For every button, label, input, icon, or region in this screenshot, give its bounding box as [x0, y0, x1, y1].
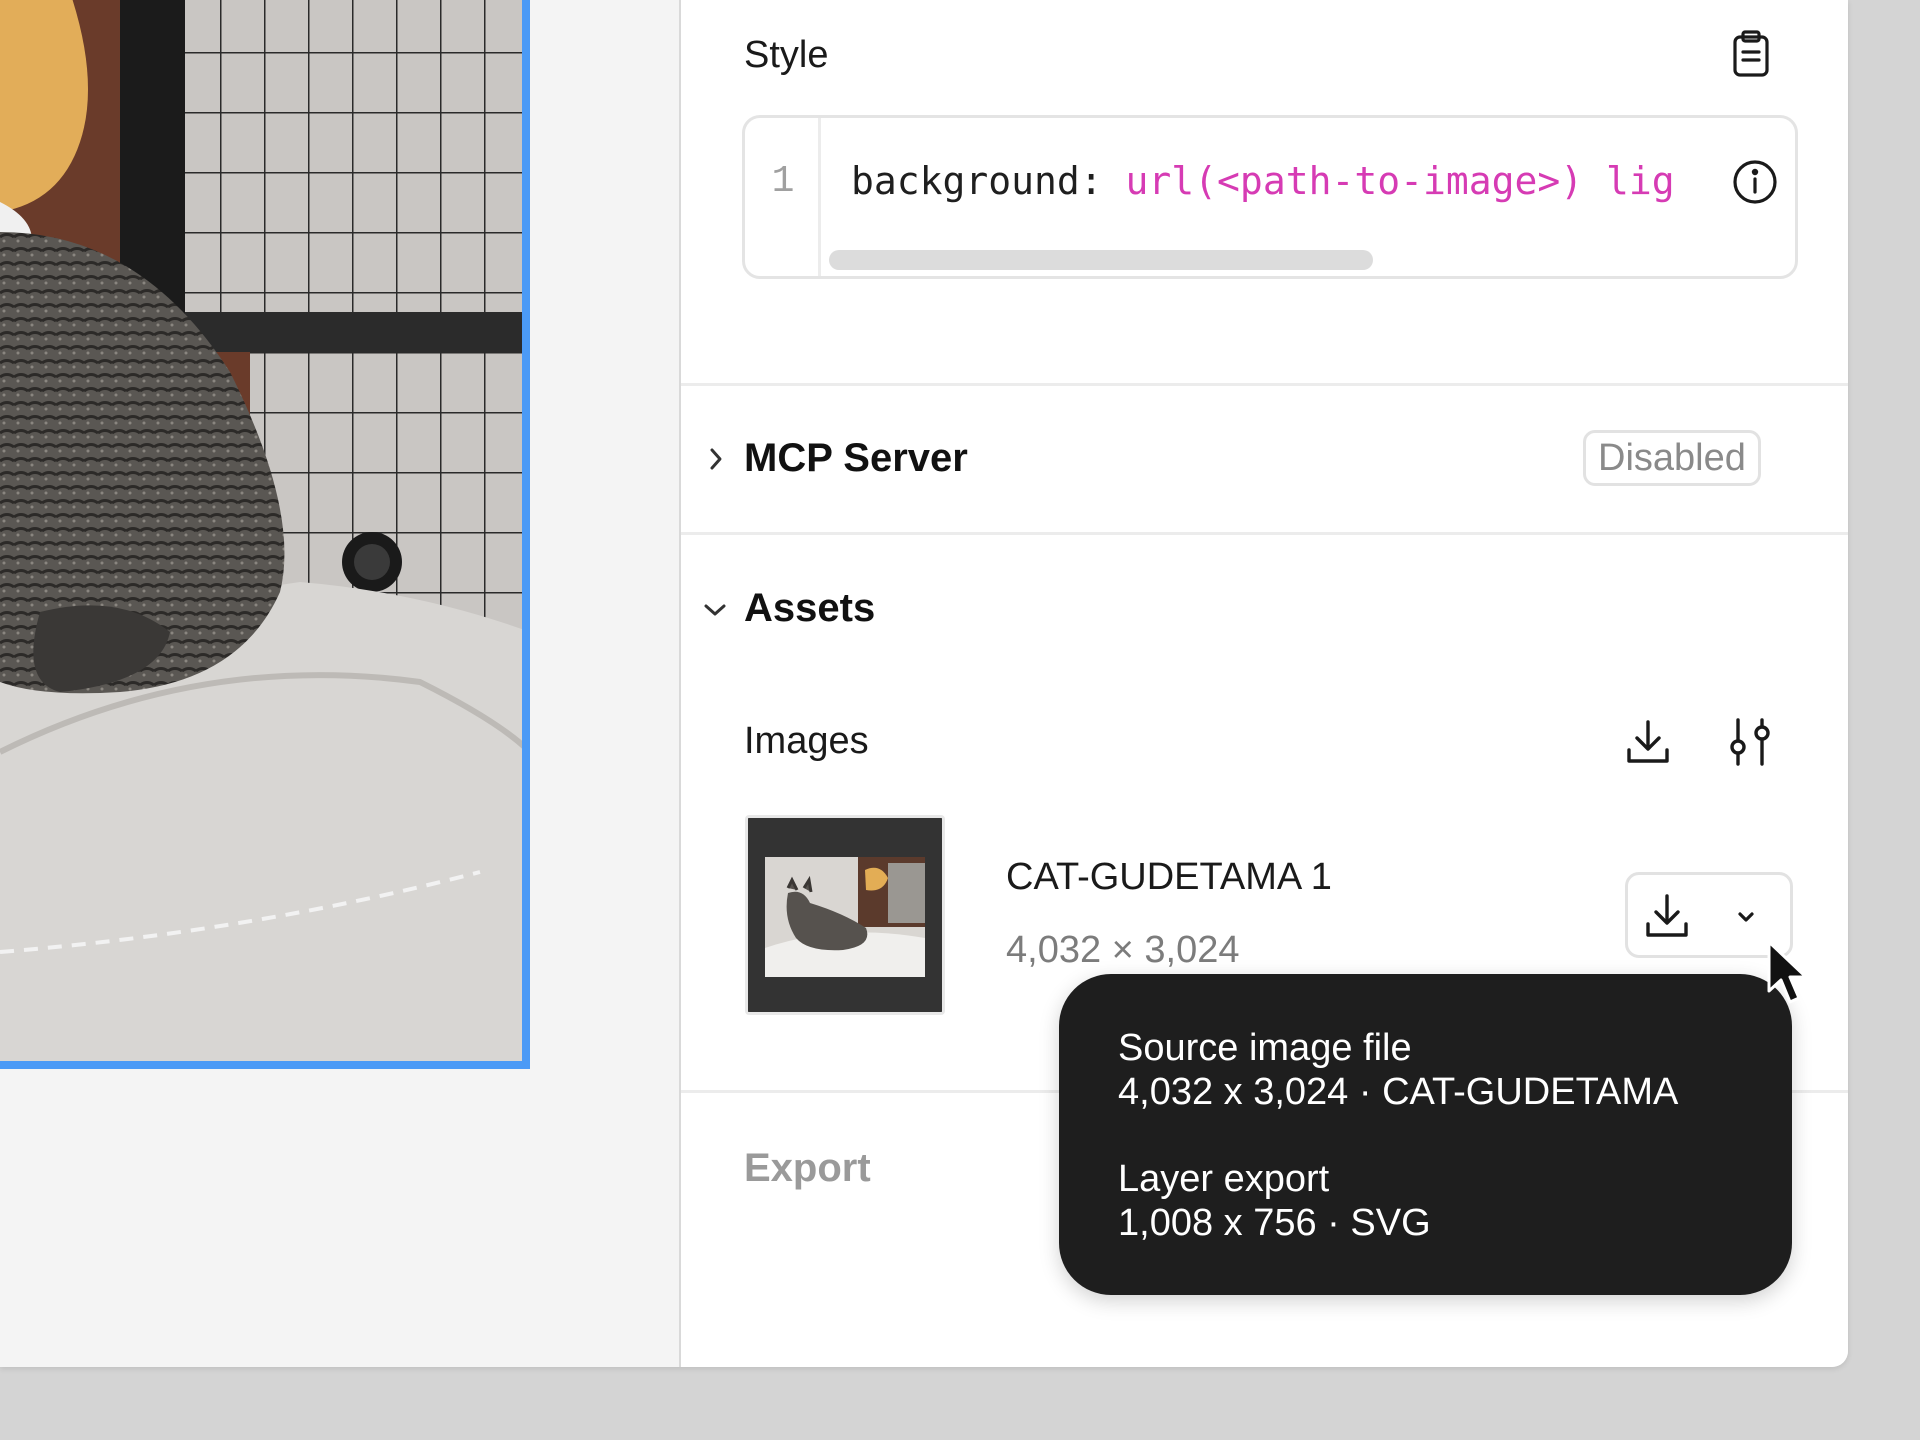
cat-photo-image — [0, 0, 522, 1061]
mcp-status-badge: Disabled — [1583, 430, 1761, 486]
code-line[interactable]: background: url(<path-to-image>) lig — [851, 160, 1713, 204]
cat-thumbnail-image — [748, 818, 942, 1012]
horizontal-scrollbar[interactable] — [829, 250, 1373, 270]
download-icon[interactable] — [1640, 889, 1694, 943]
chevron-down-icon[interactable] — [697, 595, 733, 625]
download-tooltip: Source image file 4,032 x 3,024 · CAT-GU… — [1059, 974, 1792, 1295]
tooltip-source-label: Source image file — [1118, 1027, 1412, 1069]
tooltip-export-detail: 1,008 x 756 · SVG — [1118, 1202, 1431, 1244]
sliders-icon[interactable] — [1725, 714, 1775, 770]
asset-thumbnail[interactable] — [745, 815, 945, 1015]
export-title[interactable]: Export — [744, 1146, 871, 1191]
info-icon[interactable] — [1731, 158, 1779, 206]
download-icon[interactable] — [1621, 714, 1675, 770]
chevron-right-icon[interactable] — [701, 441, 731, 477]
code-property: background: — [851, 160, 1126, 203]
section-divider — [681, 383, 1848, 386]
canvas[interactable] — [0, 0, 679, 1367]
section-divider — [681, 532, 1848, 535]
pointer-cursor-icon — [1766, 939, 1812, 1012]
app-window: Style 1 background: url(<path-to-image>)… — [0, 0, 1848, 1367]
code-value: url(<path-to-image>) lig — [1125, 160, 1675, 203]
chevron-down-icon[interactable] — [1728, 899, 1764, 935]
images-label: Images — [744, 720, 869, 762]
code-gutter: 1 — [745, 118, 821, 276]
tooltip-source-detail: 4,032 x 3,024 · CAT-GUDETAMA — [1118, 1071, 1679, 1113]
style-section-title: Style — [744, 34, 829, 76]
clipboard-icon[interactable] — [1727, 28, 1775, 80]
line-number: 1 — [771, 160, 795, 203]
asset-name: CAT-GUDETAMA 1 — [1006, 856, 1332, 898]
mcp-server-title[interactable]: MCP Server — [744, 436, 968, 481]
tooltip-export-label: Layer export — [1118, 1158, 1330, 1200]
assets-title[interactable]: Assets — [744, 586, 875, 631]
asset-dimensions: 4,032 × 3,024 — [1006, 929, 1240, 971]
style-code-editor[interactable]: 1 background: url(<path-to-image>) lig — [742, 115, 1798, 279]
selected-image-frame[interactable] — [0, 0, 530, 1069]
